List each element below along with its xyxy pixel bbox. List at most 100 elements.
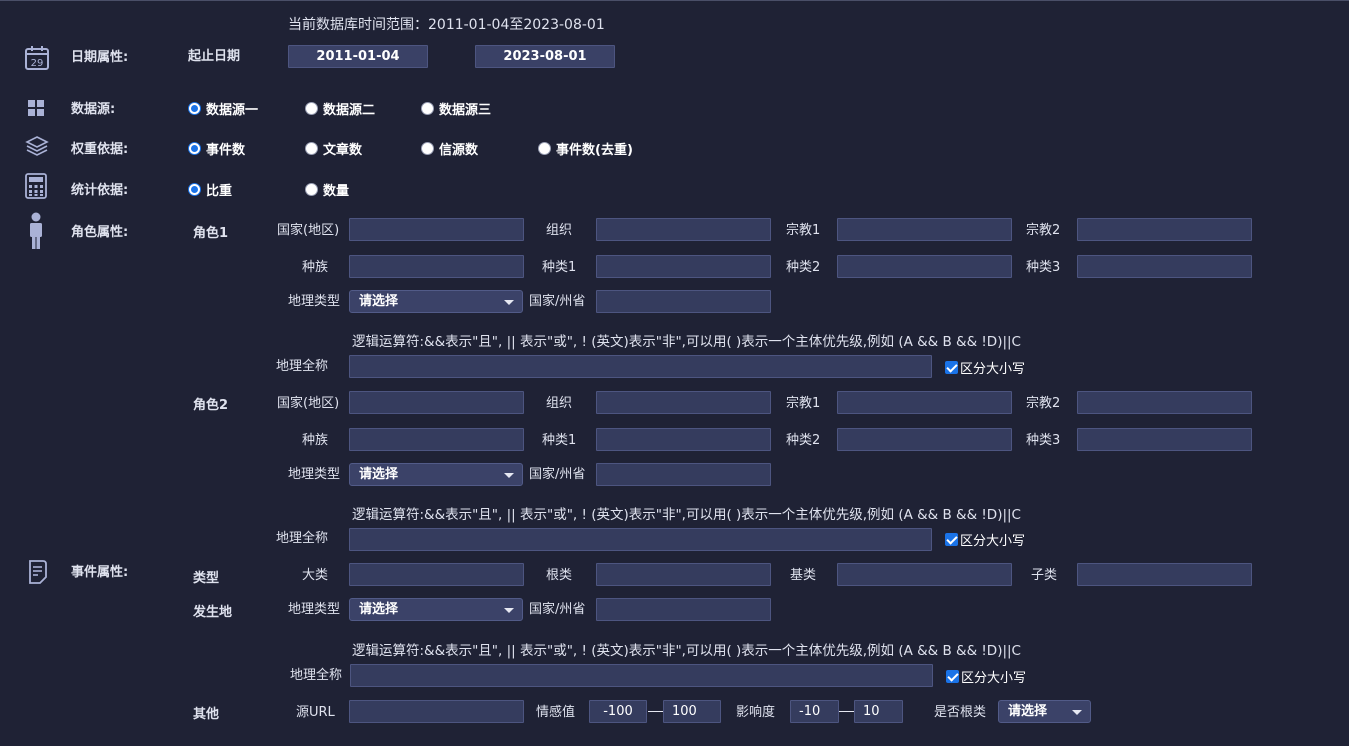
role1-kind1-input[interactable] (596, 255, 771, 278)
role2-geofull-input[interactable] (349, 528, 932, 551)
radio-weight-events-dedup[interactable]: 事件数(去重) (538, 139, 633, 158)
event-big-label: 大类 (302, 568, 329, 583)
event-logic-hint: 逻辑运算符:&&表示"且", || 表示"或", ! (英文)表示"非",可以用… (352, 643, 1021, 659)
role1-province-input[interactable] (596, 290, 771, 313)
role2-geotype-label: 地理类型 (288, 467, 341, 482)
impact-max-input[interactable]: 10 (854, 700, 903, 723)
role2-ethnic-label: 种族 (302, 433, 329, 448)
event-base-label: 基类 (790, 568, 817, 583)
event-type-label: 类型 (193, 571, 220, 586)
radio-datasource-2[interactable]: 数据源二 (305, 99, 375, 118)
role2-kind3-label: 种类3 (1026, 433, 1061, 448)
event-geotype-label: 地理类型 (288, 602, 341, 617)
role1-province-label: 国家/州省 (529, 294, 586, 309)
radio-datasource-3[interactable]: 数据源三 (421, 99, 491, 118)
checkbox-label: 区分大小写 (961, 671, 1027, 686)
event-case-checkbox[interactable]: 区分大小写 (946, 667, 1026, 686)
checkbox-box[interactable] (945, 361, 958, 374)
event-root-label: 根类 (546, 568, 573, 583)
radio-dot[interactable] (421, 142, 434, 155)
radio-weight-sources[interactable]: 信源数 (421, 139, 478, 158)
role1-case-checkbox[interactable]: 区分大小写 (945, 358, 1025, 377)
radio-stat-count[interactable]: 数量 (305, 180, 349, 199)
role1-kind2-input[interactable] (837, 255, 1012, 278)
range-dash (839, 711, 855, 712)
radio-datasource-1[interactable]: 数据源一 (188, 99, 258, 118)
sentiment-min-input[interactable]: -100 (589, 700, 647, 723)
role2-org-label: 组织 (546, 396, 573, 411)
sentiment-max-input[interactable]: 100 (663, 700, 721, 723)
radio-label: 事件数 (206, 143, 246, 158)
select-value: 请选择 (359, 602, 399, 617)
role2-religion1-input[interactable] (837, 391, 1012, 414)
role1-logic-hint: 逻辑运算符:&&表示"且", || 表示"或", ! (英文)表示"非",可以用… (352, 334, 1021, 350)
event-geofull-input[interactable] (350, 664, 933, 687)
role2-kind2-input[interactable] (837, 428, 1012, 451)
role1-kind3-input[interactable] (1077, 255, 1252, 278)
event-sub-input[interactable] (1077, 563, 1252, 586)
event-geotype-select[interactable]: 请选择 (349, 598, 523, 621)
person-icon (30, 212, 42, 249)
radio-label: 数据源二 (323, 103, 376, 118)
radio-dot[interactable] (188, 102, 201, 115)
event-big-input[interactable] (349, 563, 524, 586)
role2-religion2-input[interactable] (1077, 391, 1252, 414)
impact-label: 影响度 (736, 705, 776, 720)
role2-kind1-input[interactable] (596, 428, 771, 451)
event-geofull-label: 地理全称 (290, 668, 343, 683)
role2-kind2-label: 种类2 (786, 433, 821, 448)
radio-dot[interactable] (538, 142, 551, 155)
role-attr-label: 角色属性: (71, 225, 129, 240)
event-base-input[interactable] (837, 563, 1012, 586)
role1-label: 角色1 (193, 226, 229, 241)
role1-ethnic-input[interactable] (349, 255, 524, 278)
radio-dot[interactable] (305, 102, 318, 115)
radio-dot[interactable] (305, 183, 318, 196)
event-province-input[interactable] (596, 598, 771, 621)
radio-dot[interactable] (188, 142, 201, 155)
chevron-down-icon (504, 473, 514, 478)
role2-logic-hint: 逻辑运算符:&&表示"且", || 表示"或", ! (英文)表示"非",可以用… (352, 507, 1021, 523)
checkbox-box[interactable] (946, 670, 959, 683)
radio-label: 数据源三 (439, 103, 492, 118)
role1-country-input[interactable] (349, 218, 524, 241)
select-value: 请选择 (359, 294, 399, 309)
role1-org-label: 组织 (546, 223, 573, 238)
event-root-input[interactable] (596, 563, 771, 586)
role2-country-label: 国家(地区) (277, 396, 340, 411)
radio-weight-events[interactable]: 事件数 (188, 139, 245, 158)
role2-kind3-input[interactable] (1077, 428, 1252, 451)
role1-geotype-select[interactable]: 请选择 (349, 290, 523, 313)
document-icon (29, 560, 47, 584)
event-place-label: 发生地 (193, 605, 233, 620)
chevron-down-icon (1072, 710, 1082, 715)
role1-geofull-input[interactable] (349, 355, 932, 378)
end-date-input[interactable]: 2023-08-01 (475, 45, 615, 68)
radio-dot[interactable] (421, 102, 434, 115)
role1-kind2-label: 种类2 (786, 260, 821, 275)
role2-province-input[interactable] (596, 463, 771, 486)
is-root-select[interactable]: 请选择 (998, 700, 1091, 723)
impact-min-input[interactable]: -10 (790, 700, 839, 723)
radio-weight-articles[interactable]: 文章数 (305, 139, 362, 158)
chevron-down-icon (504, 608, 514, 613)
checkbox-box[interactable] (945, 533, 958, 546)
role2-case-checkbox[interactable]: 区分大小写 (945, 530, 1025, 549)
source-url-label: 源URL (296, 705, 335, 720)
role1-org-input[interactable] (596, 218, 771, 241)
start-date-input[interactable]: 2011-01-04 (288, 45, 428, 68)
role1-religion1-label: 宗教1 (786, 223, 821, 238)
radio-dot[interactable] (188, 183, 201, 196)
role2-label: 角色2 (193, 398, 229, 413)
role1-religion1-input[interactable] (837, 218, 1012, 241)
role2-geotype-select[interactable]: 请选择 (349, 463, 523, 486)
radio-dot[interactable] (305, 142, 318, 155)
role2-ethnic-input[interactable] (349, 428, 524, 451)
source-url-input[interactable] (349, 700, 524, 723)
role1-kind3-label: 种类3 (1026, 260, 1061, 275)
role2-org-input[interactable] (596, 391, 771, 414)
radio-stat-ratio[interactable]: 比重 (188, 180, 232, 199)
radio-label: 事件数(去重) (556, 143, 633, 158)
role1-religion2-input[interactable] (1077, 218, 1252, 241)
role2-country-input[interactable] (349, 391, 524, 414)
